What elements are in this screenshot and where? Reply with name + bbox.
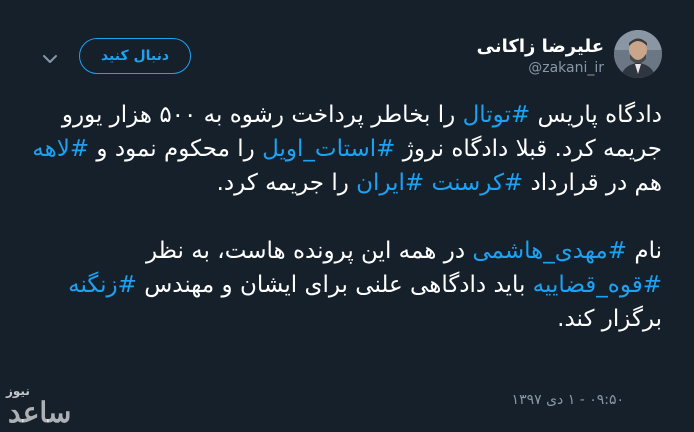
hashtag-link[interactable]: #توتال — [463, 102, 531, 128]
watermark-big-text: ساعد — [8, 396, 72, 429]
hashtag-link[interactable]: #مهدی_هاشمی — [472, 238, 627, 264]
tweet-text-segment: را محکوم نمود و — [89, 136, 263, 162]
tweet-paragraph-2: نام #مهدی_هاشمی در همه این پرونده هاست، … — [32, 234, 662, 336]
tweet-text-segment: نام — [627, 238, 662, 264]
hashtag-link[interactable]: #قوه_قضاییه — [533, 272, 662, 298]
author-names: علیرضا زاکانی @zakani_ir — [477, 30, 604, 78]
tweet-text-segment: را جریمه کرد. — [216, 170, 357, 196]
avatar[interactable] — [614, 30, 662, 78]
tweet-text-segment: برگزار کند. — [557, 306, 662, 332]
watermark-logo: نیوز ساعد — [2, 382, 98, 432]
tweet-timestamp[interactable]: ۰۹:۵۰ - ۱ دی ۱۳۹۷ — [512, 392, 624, 408]
follow-button[interactable]: دنبال کنید — [79, 38, 191, 74]
tweet-card: علیرضا زاکانی @zakani_ir دنبال کنید دادگ… — [0, 0, 694, 432]
tweet-text-segment: در همه این پرونده هاست، به نظر — [145, 238, 473, 264]
hashtag-link[interactable]: #ایران — [356, 170, 424, 196]
hashtag-link[interactable]: #زنگنه — [68, 272, 137, 298]
tweet-author: علیرضا زاکانی @zakani_ir — [477, 30, 662, 78]
chevron-down-icon[interactable] — [42, 50, 58, 63]
tweet-text: دادگاه پاریس #توتال را بخاطر پرداخت رشوه… — [32, 98, 662, 336]
tweet-text-segment — [424, 170, 431, 196]
tweet-text-segment: دادگاه پاریس — [530, 102, 662, 128]
tweet-paragraph-1: دادگاه پاریس #توتال را بخاطر پرداخت رشوه… — [32, 98, 662, 200]
hashtag-link[interactable]: #استات_اویل — [262, 136, 395, 162]
hashtag-link[interactable]: #کرسنت — [432, 170, 524, 196]
tweet-text-segment: هم در قرارداد — [523, 170, 662, 196]
hashtag-link[interactable]: #لاهه — [32, 136, 89, 162]
author-handle[interactable]: @zakani_ir — [477, 58, 604, 78]
tweet-text-segment: باید دادگاهی علنی برای ایشان و مهندس — [136, 272, 533, 298]
author-display-name[interactable]: علیرضا زاکانی — [477, 36, 604, 58]
